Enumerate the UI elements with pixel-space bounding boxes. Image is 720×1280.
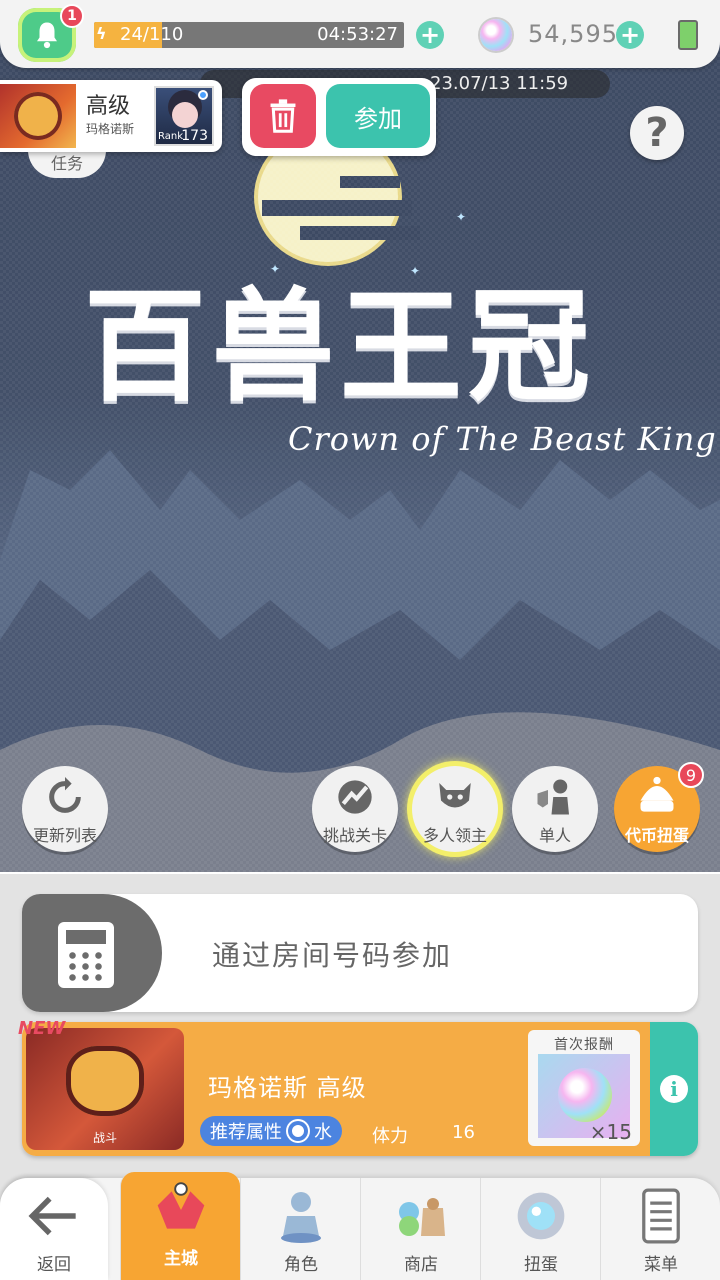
add-stamina-button[interactable]: + — [416, 21, 444, 49]
room-card[interactable]: 高级 玛格诺斯 Rank 173 — [0, 80, 222, 152]
nav-back-label: 返回 — [37, 1255, 71, 1275]
nav-home-label: 主城 — [164, 1249, 198, 1269]
game-title-cn: 百兽王冠 — [84, 274, 596, 418]
rank-label: Rank — [158, 131, 183, 142]
stamina-bar: ϟ 24/110 04:53:27 — [94, 22, 404, 48]
help-button[interactable]: ? — [630, 106, 684, 160]
gem-icon — [480, 19, 512, 51]
character-icon — [271, 1186, 331, 1246]
home-icon — [151, 1180, 211, 1240]
gacha-badge: 9 — [678, 762, 704, 788]
join-by-room-number-label: 通过房间号码参加 — [212, 939, 453, 972]
challenge-stage-button[interactable]: 挑战关卡 — [312, 766, 398, 852]
info-icon: i — [660, 1075, 688, 1103]
quest-boss-label: 战斗 — [92, 1131, 117, 1145]
attribute-value: 水 — [314, 1122, 332, 1143]
multi-boss-button[interactable]: 多人领主 — [412, 766, 498, 852]
challenge-stage-label: 挑战关卡 — [322, 826, 387, 845]
quest-info-button[interactable]: i — [650, 1022, 698, 1156]
first-reward: 首次报酬 ×15 — [528, 1030, 640, 1146]
boss-portrait — [0, 84, 76, 148]
shop-icon — [391, 1186, 451, 1246]
trash-icon — [270, 99, 296, 133]
solo-label: 单人 — [538, 826, 571, 845]
solo-icon — [532, 774, 578, 820]
rank-value: 173 — [181, 128, 208, 144]
delete-button[interactable] — [250, 84, 316, 148]
battery-icon — [678, 20, 698, 50]
refresh-list-button[interactable]: 更新列表 — [22, 766, 108, 852]
multi-boss-icon — [432, 774, 478, 820]
quest-boss-portrait: 战斗 — [26, 1028, 184, 1150]
challenge-icon — [332, 774, 378, 820]
reward-title: 首次报酬 — [554, 1037, 614, 1053]
join-by-room-number-button[interactable]: 通过房间号码参加 — [22, 894, 698, 1012]
join-button[interactable]: 参加 — [326, 84, 430, 148]
menu-icon — [631, 1186, 691, 1246]
notification-badge: 1 — [60, 4, 84, 28]
add-gem-button[interactable]: + — [616, 21, 644, 49]
nav-shop-label: 商店 — [404, 1255, 438, 1275]
quest-title: 玛格诺斯 高级 — [208, 1074, 367, 1102]
reward-quantity: ×15 — [589, 1120, 632, 1144]
quest-stamina-value: 16 — [452, 1122, 475, 1143]
tab-task-label: 任务 — [50, 154, 83, 173]
gacha-machine-icon — [511, 1186, 571, 1246]
quest-stamina-label: 体力 — [372, 1126, 408, 1147]
nav-back[interactable]: 返回 — [0, 1178, 108, 1280]
quest-card[interactable]: 战斗 玛格诺斯 高级 推荐属性 水 体力 16 首次报酬 ×15 i — [22, 1022, 698, 1156]
game-title-en: Crown of The Beast King — [288, 420, 717, 458]
water-icon — [288, 1121, 308, 1141]
online-dot — [198, 90, 208, 100]
host-avatar: Rank 173 — [154, 86, 214, 146]
room-level: 高级 — [86, 94, 131, 119]
stamina-value: 24/110 — [120, 24, 184, 45]
attribute-label: 推荐属性 — [210, 1122, 282, 1143]
nav-menu[interactable]: 菜单 — [600, 1178, 720, 1280]
question-icon: ? — [645, 110, 669, 156]
nav-character[interactable]: 角色 — [240, 1178, 360, 1280]
room-boss-name: 玛格诺斯 — [86, 122, 135, 136]
bell-icon — [37, 22, 57, 49]
nav-gacha[interactable]: 扭蛋 — [480, 1178, 600, 1280]
stamina-timer: 04:53:27 — [317, 24, 398, 45]
gem-count: 54,595 — [528, 20, 618, 48]
gacha-icon — [634, 774, 680, 820]
nav-character-label: 角色 — [284, 1255, 318, 1275]
recommended-attribute: 推荐属性 水 — [200, 1116, 342, 1146]
room-action-box: 参加 — [242, 78, 436, 156]
nav-shop[interactable]: 商店 — [360, 1178, 480, 1280]
sparkle-icon: ✦ — [456, 210, 467, 224]
top-status-bar: 1 ϟ 24/110 04:53:27 + 54,595 + — [0, 0, 720, 68]
nav-menu-label: 菜单 — [644, 1255, 678, 1275]
multi-boss-label: 多人领主 — [422, 826, 487, 845]
bottom-nav: 主城 角色 商店 扭蛋 菜单 — [0, 1172, 720, 1280]
nav-home[interactable]: 主城 — [120, 1172, 240, 1280]
back-arrow-icon — [28, 1194, 80, 1242]
nav-gacha-label: 扭蛋 — [524, 1255, 558, 1275]
refresh-icon — [42, 774, 88, 820]
refresh-list-label: 更新列表 — [32, 826, 97, 845]
solo-button[interactable]: 单人 — [512, 766, 598, 852]
calculator-icon — [58, 922, 114, 988]
token-gacha-label: 代币扭蛋 — [624, 826, 689, 845]
lightning-icon: ϟ — [96, 24, 107, 43]
new-tag: NEW — [18, 1018, 66, 1039]
